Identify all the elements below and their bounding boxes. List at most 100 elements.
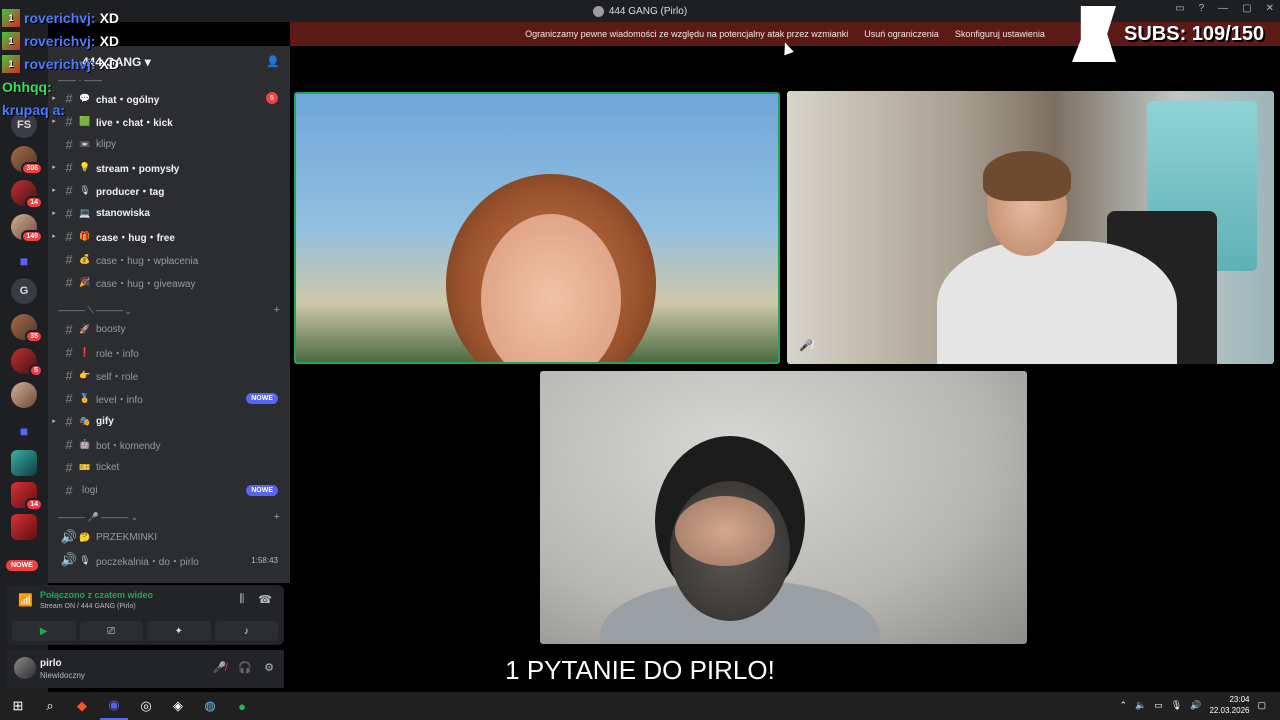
volume-icon[interactable]: 🔈 bbox=[1135, 700, 1146, 711]
steam-icon[interactable]: ◍ bbox=[196, 692, 224, 720]
channel-label: producer・tag bbox=[96, 186, 165, 198]
channel-item[interactable]: # 💰 case・hug・wpłacenia bbox=[48, 248, 290, 270]
chat-message: 1 roverichvj: XD bbox=[2, 29, 119, 52]
voice-status[interactable]: Połączono z czatem wideo bbox=[40, 590, 153, 600]
channel-label: case・hug・wpłacenia bbox=[96, 255, 199, 267]
disconnect-icon[interactable]: ☎ bbox=[258, 593, 272, 606]
channel-item[interactable]: ▸ # 🎙 producer・tag bbox=[48, 179, 290, 201]
channel-item[interactable]: # 🎫 ticket bbox=[48, 456, 290, 478]
banner-message: Ograniczamy pewne wiadomości ze względu … bbox=[525, 29, 849, 39]
channel-emoji: 🎫 bbox=[79, 461, 91, 472]
app-icon[interactable]: ◈ bbox=[164, 692, 192, 720]
server-icon-5[interactable]: 5 bbox=[11, 348, 43, 377]
server-icon-8[interactable]: 14 bbox=[11, 482, 43, 511]
new-badge: NOWE bbox=[246, 484, 278, 496]
windows-start-icon[interactable]: ⊞ bbox=[4, 692, 32, 720]
channel-item[interactable]: # 👉 self・role bbox=[48, 364, 290, 386]
channel-item[interactable]: # 📼 klipy bbox=[48, 133, 290, 155]
channel-label: gify bbox=[96, 415, 114, 427]
stream-caption: 1 PYTANIE DO PIRLO! bbox=[505, 655, 775, 685]
video-tile-1[interactable] bbox=[294, 92, 780, 364]
configure-settings-link[interactable]: Skonfiguruj ustawienia bbox=[955, 29, 1045, 39]
server-icon-3[interactable]: 149 bbox=[11, 214, 43, 243]
mic-muted-icon: 🎤̸ bbox=[799, 340, 813, 352]
server-icon-9[interactable] bbox=[11, 514, 37, 540]
folder-icon[interactable]: ■ bbox=[11, 418, 37, 444]
channel-item[interactable]: ▸ # 💡 stream・pomysły bbox=[48, 156, 290, 178]
hash-icon: # bbox=[65, 251, 73, 267]
channel-emoji: 💡 bbox=[79, 161, 91, 172]
server-icon-1[interactable]: 306 bbox=[11, 146, 43, 175]
voice-channel-item[interactable]: 🔊 🤔 PRZEKMINKI bbox=[48, 526, 290, 548]
soundboard-button[interactable]: ♪ bbox=[214, 621, 278, 641]
channel-category[interactable]: ——— 🎤 ——— ⌄ + bbox=[58, 509, 280, 525]
server-icon-2[interactable]: 14 bbox=[11, 180, 43, 209]
sound-icon[interactable]: 🔊 bbox=[1190, 700, 1201, 711]
server-icon-6[interactable] bbox=[11, 382, 37, 408]
video-tile-3[interactable] bbox=[540, 371, 1027, 644]
hash-icon: # bbox=[65, 321, 73, 337]
channel-category[interactable]: ——— ⟍ ——— ⌄ + bbox=[58, 302, 280, 318]
new-badge: NOWE bbox=[246, 392, 278, 404]
channel-item[interactable]: ▸ # 🎭 gify bbox=[48, 410, 290, 432]
server-icon-7[interactable] bbox=[11, 450, 37, 476]
speaker-icon: 🔊 bbox=[60, 552, 78, 567]
voice-channel-name[interactable]: Stream ON / 444 GANG (Pirlo) bbox=[40, 603, 136, 610]
channel-label: case・hug・free bbox=[96, 232, 175, 244]
voice-channel-item[interactable]: 🔊 🎙 poczekalnia・do・pirlo 1:58:43 bbox=[48, 549, 290, 571]
channel-item[interactable]: ▸ # 🎁 case・hug・free bbox=[48, 225, 290, 247]
channel-item[interactable]: # logi NOWE bbox=[48, 479, 290, 501]
channel-item[interactable]: # 🚀 boosty bbox=[48, 318, 290, 340]
video-tile-2[interactable]: 🎤̸ bbox=[787, 91, 1274, 364]
chevron-up-icon[interactable]: ⌃ bbox=[1120, 700, 1128, 711]
chat-message: 1 roverichvj: XD bbox=[2, 6, 119, 29]
camera-button[interactable]: ▶ bbox=[12, 621, 76, 641]
hash-icon: # bbox=[65, 136, 73, 152]
close-button[interactable]: ✕ bbox=[1266, 3, 1274, 14]
add-channel-icon[interactable]: + bbox=[274, 304, 280, 316]
network-icon[interactable]: ▭ bbox=[1154, 700, 1163, 711]
unread-indicator-icon: ▸ bbox=[52, 233, 56, 240]
screen-share-button[interactable]: ⎚ bbox=[79, 621, 143, 641]
chat-user: roverichvj: bbox=[24, 9, 96, 26]
hash-icon: # bbox=[65, 205, 73, 221]
obs-icon[interactable]: ◎ bbox=[132, 692, 160, 720]
microphone-icon[interactable]: 🎙 bbox=[1171, 700, 1182, 711]
channel-item[interactable]: ▸ # 💻 stanowiska bbox=[48, 202, 290, 224]
hash-icon: # bbox=[65, 390, 73, 406]
chat-message: 1 roverichvj: XD bbox=[2, 52, 119, 75]
channel-label: PRZEKMINKI bbox=[96, 531, 158, 543]
activities-button[interactable]: ✦ bbox=[147, 621, 211, 641]
channel-label: logi bbox=[82, 484, 98, 496]
channel-label: klipy bbox=[96, 138, 117, 150]
channel-emoji: 👉 bbox=[79, 369, 91, 380]
channel-item[interactable]: # 🏅 level・info NOWE bbox=[48, 387, 290, 409]
discord-icon[interactable]: ◉ bbox=[100, 692, 128, 720]
folder-icon[interactable]: ■ bbox=[11, 248, 37, 274]
channel-label: self・role bbox=[96, 371, 139, 383]
mention-badge: 306 bbox=[21, 162, 43, 175]
channel-item[interactable]: # ❗ role・info bbox=[48, 341, 290, 363]
badge-icon: 1 bbox=[2, 54, 20, 73]
noise-suppression-icon[interactable]: ⫼ bbox=[239, 593, 244, 606]
new-badge: NOWE bbox=[6, 560, 38, 571]
unread-indicator-icon: ▸ bbox=[52, 210, 56, 217]
add-channel-icon[interactable]: + bbox=[274, 511, 280, 523]
server-icon-4[interactable]: 35 bbox=[11, 314, 43, 343]
spotify-icon[interactable]: ● bbox=[228, 692, 256, 720]
channel-emoji: 🤖 bbox=[79, 438, 91, 449]
notification-icon[interactable]: ▢ bbox=[1257, 700, 1266, 711]
window-title: 444 GANG (Pirlo) bbox=[592, 5, 687, 17]
system-clock[interactable]: 23:04 22.03.2026 bbox=[1209, 694, 1249, 716]
invite-icon[interactable]: 👤 bbox=[266, 55, 280, 68]
server-g[interactable]: G bbox=[11, 278, 37, 304]
search-icon[interactable]: ⌕ bbox=[36, 692, 64, 720]
chat-text: XD bbox=[99, 9, 120, 26]
brave-browser-icon[interactable]: ◆ bbox=[68, 692, 96, 720]
mention-count: 5 bbox=[266, 92, 278, 104]
channel-item[interactable]: # 🎉 case・hug・giveaway bbox=[48, 271, 290, 293]
speaker-icon: 🔊 bbox=[60, 529, 78, 544]
remove-restrictions-link[interactable]: Usuń ograniczenia bbox=[864, 29, 939, 39]
mention-badge: 35 bbox=[25, 330, 43, 343]
channel-item[interactable]: # 🤖 bot・komendy bbox=[48, 433, 290, 455]
